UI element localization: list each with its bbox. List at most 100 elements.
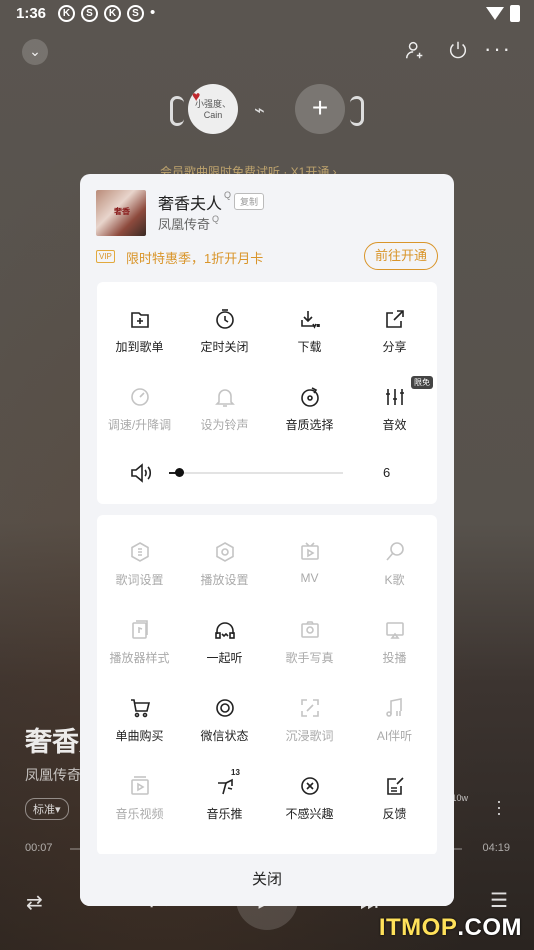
sheet-equalizer-button[interactable]: 音效 限免 (352, 374, 437, 452)
action-label: 音效 (382, 418, 407, 432)
action-label: 播放设置 (200, 573, 249, 587)
user-plus-icon (406, 41, 423, 59)
action-label: MV (300, 571, 319, 585)
music-video-icon (127, 773, 153, 799)
sheet-download-vip-button[interactable]: 下载 (267, 296, 352, 374)
action-label: AI伴听 (376, 729, 413, 743)
action-label: 定时关闭 (200, 340, 249, 354)
sheet-cast-button[interactable]: 投播 (352, 607, 437, 685)
sheet-listen-together-button[interactable]: 一起听 (182, 607, 267, 685)
sheet-quality-disc-button[interactable]: 音质选择 (267, 374, 352, 452)
player-style-icon (127, 617, 153, 643)
kugou-notification-icon: K (104, 5, 121, 22)
count-superscript: 13 (231, 768, 240, 777)
listen-together-area: 小强度、Cain ♥ ⌁ + (170, 82, 370, 142)
system-indicators (486, 5, 520, 22)
cover-title: 奢香 (114, 207, 130, 216)
action-label: 音乐推 (206, 807, 243, 821)
play-mode-icon[interactable]: ⇄ (26, 890, 43, 915)
total-time: 04:19 (482, 842, 510, 854)
sheet-immersive-lyrics-button[interactable]: 沉浸歌词 (267, 685, 352, 763)
notification-icons: K S K S • (58, 5, 155, 22)
player-artist[interactable]: 凤凰传奇 (25, 765, 81, 785)
volume-icon (129, 462, 153, 484)
not-interested-icon (297, 773, 323, 799)
action-label: 播放器样式 (109, 651, 170, 665)
bell-icon (212, 384, 238, 410)
artist-photo-icon (297, 617, 323, 643)
close-sheet-button[interactable]: 关闭 (80, 854, 454, 906)
action-label: 分享 (382, 340, 407, 354)
action-label: 歌词设置 (115, 573, 164, 587)
more-options-button[interactable]: ··· (484, 36, 512, 62)
sheet-ai-dj-button[interactable]: AI伴听 (352, 685, 437, 763)
song-artist-text: 凤凰传奇 (158, 217, 211, 232)
wifi-icon (486, 7, 504, 20)
collapse-player-button[interactable]: ⌄ (22, 39, 48, 65)
song-artist[interactable]: 凤凰传奇 Q (158, 214, 219, 233)
headphone-right-icon (350, 96, 364, 126)
vip-open-button[interactable]: 前往开通 (364, 242, 438, 270)
more-notifications-dot: • (150, 4, 156, 21)
sheet-share-button[interactable]: 分享 (352, 296, 437, 374)
song-header: 奢香 奢香夫人Q 复制 凤凰传奇 Q (96, 188, 438, 238)
sheet-player-style-button[interactable]: 播放器样式 (97, 607, 182, 685)
pulse-icon: ⌁ (254, 100, 265, 120)
action-label: 单曲购买 (115, 729, 164, 743)
timer-icon (212, 306, 238, 332)
search-small-icon: Q (212, 214, 220, 224)
add-friend-button[interactable] (404, 39, 426, 66)
action-label: K歌 (384, 573, 405, 587)
play-settings-icon (212, 539, 238, 565)
action-label: 一起听 (206, 651, 243, 665)
quality-selector[interactable]: 标准▾ (25, 798, 69, 820)
sheet-wechat-status-button[interactable]: 微信状态 (182, 685, 267, 763)
current-time: 00:07 (25, 842, 53, 854)
status-bar: 1:36 K S K S • (0, 0, 534, 28)
sheet-mv-button[interactable]: MV (267, 529, 352, 607)
action-label: 微信状态 (200, 729, 249, 743)
share-icon (382, 306, 408, 332)
sheet-lyrics-button[interactable]: 歌词设置 (97, 529, 182, 607)
action-label: 反馈 (382, 807, 407, 821)
watermark: ITMOP.COM (379, 914, 522, 942)
sheet-speed-button[interactable]: 调速/升降调 (97, 374, 182, 452)
sheet-timer-button[interactable]: 定时关闭 (182, 296, 267, 374)
copy-button[interactable]: 复制 (234, 193, 265, 210)
action-label: 加到歌单 (115, 340, 164, 354)
song-name[interactable]: 奢香夫人Q (158, 190, 231, 214)
sheet-karaoke-mic-button[interactable]: K歌 (352, 529, 437, 607)
more-actions-card: 歌词设置 播放设置 MV K歌播放器样式 一起听 歌手写真 投播单曲购买 微信状态 沉浸歌词 AI… (97, 515, 437, 855)
sheet-music-video-button[interactable]: 音乐视频 (97, 763, 182, 841)
add-to-playlist-icon (127, 306, 153, 332)
sheet-feedback-button[interactable]: 反馈 (352, 763, 437, 841)
sheet-artist-photo-button[interactable]: 歌手写真 (267, 607, 352, 685)
volume-knob[interactable] (175, 468, 184, 477)
heart-icon: ♥ (192, 88, 201, 104)
invite-friend-button[interactable]: + (295, 84, 345, 134)
action-label: 投播 (382, 651, 407, 665)
app-notification-icon: S (127, 5, 144, 22)
volume-slider[interactable] (169, 472, 343, 474)
sheet-cart-button[interactable]: 单曲购买 (97, 685, 182, 763)
volume-value: 6 (383, 465, 391, 480)
immersive-lyrics-icon (297, 695, 323, 721)
sheet-add-to-playlist-button[interactable]: 加到歌单 (97, 296, 182, 374)
battery-icon (510, 5, 520, 22)
power-icon (449, 41, 467, 59)
playlist-icon[interactable]: ☰ (490, 888, 508, 913)
search-small-icon: Q (224, 190, 232, 200)
action-label: 下载 (297, 340, 322, 354)
feedback-icon (382, 773, 408, 799)
sheet-not-interested-button[interactable]: 不感兴趣 (267, 763, 352, 841)
download-vip-icon (297, 306, 323, 332)
sheet-bell-button[interactable]: 设为铃声 (182, 374, 267, 452)
watermark-brand: ITMOP (378, 914, 458, 941)
player-more-button[interactable]: · · · (496, 792, 502, 822)
action-label: 设为铃声 (200, 418, 249, 432)
sheet-music-push-button[interactable]: 音乐推 13 (182, 763, 267, 841)
mv-icon (297, 539, 323, 565)
sleep-timer-button[interactable] (447, 39, 469, 66)
sheet-play-settings-button[interactable]: 播放设置 (182, 529, 267, 607)
speed-icon (127, 384, 153, 410)
